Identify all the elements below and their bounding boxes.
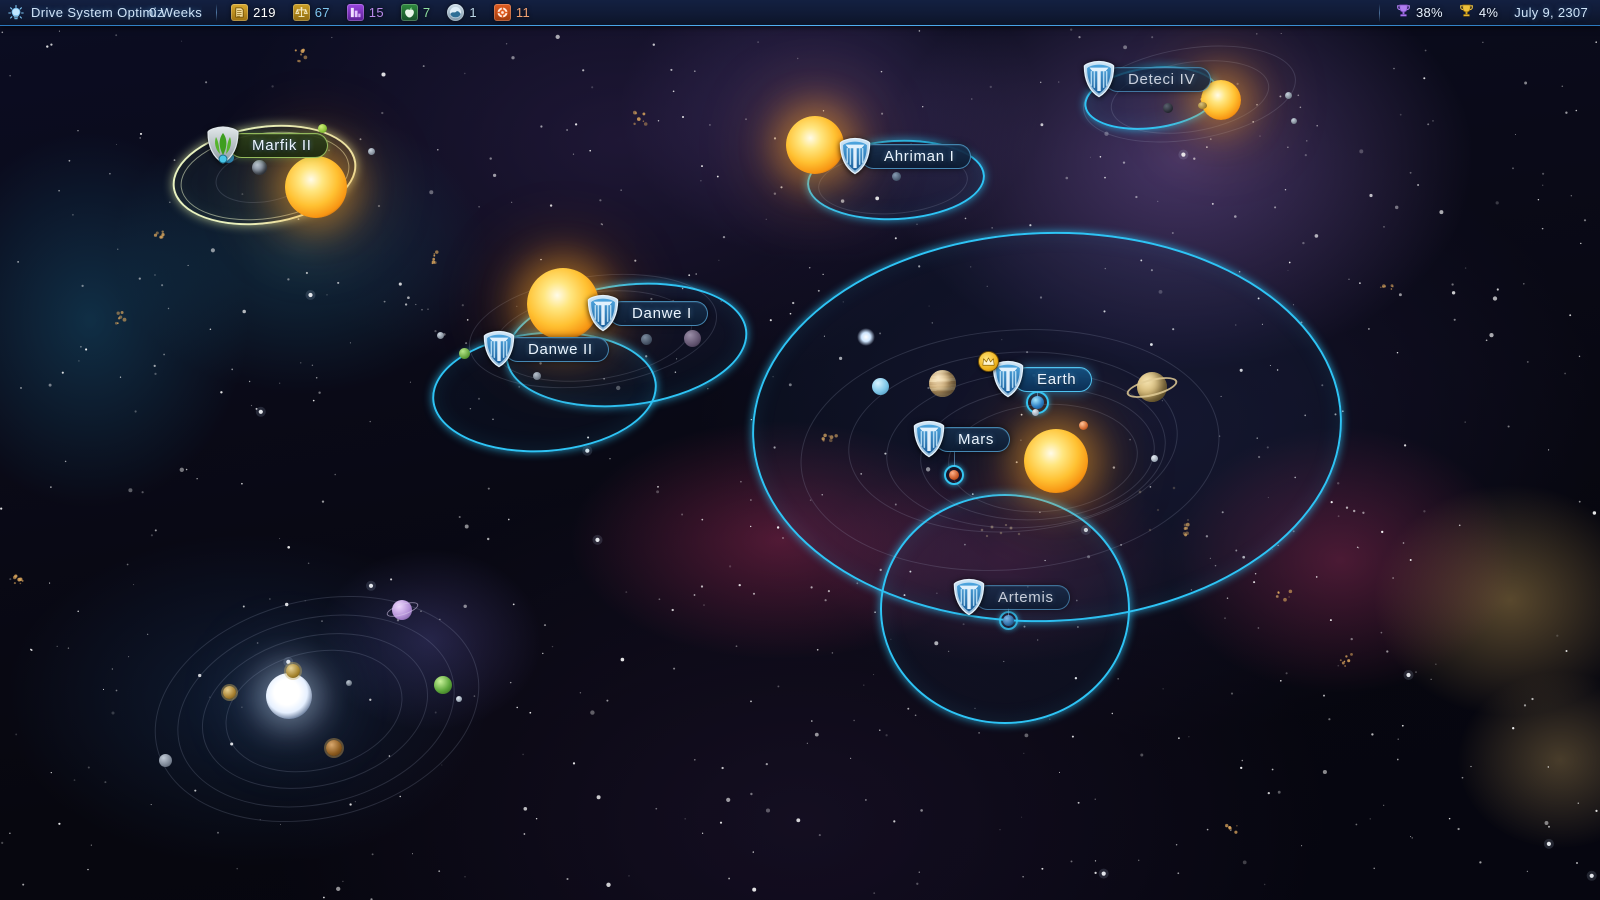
faction-badge-player-icon: [952, 578, 986, 616]
game-date: July 9, 2307: [1514, 5, 1588, 20]
trophy-purple-icon: [1396, 3, 1411, 23]
planet-name: Earth: [1037, 371, 1076, 388]
planet-label-tag[interactable]: Marfik II: [229, 133, 328, 158]
star[interactable]: [266, 673, 312, 719]
planet-label-tag[interactable]: Ahriman I: [861, 144, 971, 169]
galaxy-map-screen: Marfik II Deteci IV: [0, 0, 1600, 900]
planet-body[interactable]: [326, 740, 342, 756]
star[interactable]: [1024, 429, 1088, 493]
planet-body[interactable]: [929, 370, 956, 397]
toolbar-divider: [216, 4, 217, 21]
faction-badge-player-icon: [586, 294, 620, 332]
planet-body[interactable]: [1198, 102, 1207, 109]
planet-name: Mars: [958, 431, 994, 448]
planet-mars-selection-ring[interactable]: [944, 465, 964, 485]
planet-label-ahriman-1[interactable]: Ahriman I: [838, 137, 971, 175]
resource-group: 219 67: [231, 4, 530, 21]
planet-name: Ahriman I: [884, 148, 955, 165]
planet-body[interactable]: [533, 372, 541, 380]
resource-minerals[interactable]: 1: [447, 4, 477, 21]
planet-name: Deteci IV: [1128, 71, 1195, 88]
planet-body[interactable]: [223, 686, 236, 699]
victory-value: 38%: [1416, 5, 1443, 20]
faction-badge-rival-icon: [206, 126, 240, 164]
lightbulb-icon: [8, 5, 24, 21]
planet-name: Artemis: [998, 589, 1054, 606]
asteroid-belt: [978, 524, 1026, 540]
planet-label-danwe-2[interactable]: Danwe II: [482, 330, 609, 368]
gear-icon: [494, 4, 511, 21]
planet-label-deteci-4[interactable]: Deteci IV: [1082, 60, 1211, 98]
planet-name: Danwe II: [528, 341, 593, 358]
planet-label-tag[interactable]: Earth: [1014, 367, 1092, 392]
trophy-gold-icon: [1459, 3, 1474, 23]
planet-name: Danwe I: [632, 305, 692, 322]
victory-conquest[interactable]: 4%: [1459, 3, 1498, 23]
planet-body[interactable]: [434, 676, 452, 694]
planet-label-tag[interactable]: Danwe II: [505, 337, 609, 362]
research-text: Drive System Optimiz 0 Weeks: [31, 5, 202, 20]
apple-icon: [401, 4, 418, 21]
planet-body[interactable]: [1291, 118, 1297, 124]
planet-body[interactable]: [1032, 409, 1039, 416]
resource-value: 67: [315, 5, 330, 20]
victory-group: 38% 4% July 9, 2307: [1379, 3, 1600, 23]
planet-body[interactable]: [641, 334, 652, 345]
planet-label-tag[interactable]: Mars: [935, 427, 1010, 452]
planet-body[interactable]: [346, 680, 352, 686]
planet-body[interactable]: [456, 696, 462, 702]
victory-culture[interactable]: 38%: [1396, 3, 1443, 23]
resource-value: 15: [369, 5, 384, 20]
star[interactable]: [786, 116, 844, 174]
planet-label-tag[interactable]: Artemis: [975, 585, 1070, 610]
planet-body[interactable]: [684, 330, 701, 347]
research-project-name: Drive System Optimiz: [31, 5, 143, 20]
victory-value: 4%: [1479, 5, 1498, 20]
resource-influence[interactable]: 11: [494, 4, 530, 21]
scales-icon: [293, 4, 310, 21]
planet-name: Marfik II: [252, 137, 312, 154]
faction-badge-player-icon: [1082, 60, 1116, 98]
planet-body[interactable]: [1151, 455, 1158, 462]
planet-label-artemis[interactable]: Artemis: [952, 578, 1070, 616]
planet-body[interactable]: [368, 148, 375, 155]
star[interactable]: [285, 156, 347, 218]
credits-icon: [231, 4, 248, 21]
resource-approval[interactable]: 67: [293, 4, 330, 21]
planet-label-tag[interactable]: Deteci IV: [1105, 67, 1211, 92]
top-resource-bar: Drive System Optimiz 0 Weeks 219: [0, 0, 1600, 26]
resource-value: 1: [469, 5, 477, 20]
planet-label-mars[interactable]: Mars: [912, 420, 1010, 458]
planet-body[interactable]: [872, 378, 889, 395]
planet-label-marfik-2[interactable]: Marfik II: [206, 126, 328, 164]
faction-badge-player-icon: [838, 137, 872, 175]
capital-crown-icon: [978, 351, 999, 372]
planet-body[interactable]: [1079, 421, 1088, 430]
faction-badge-player-icon: [912, 420, 946, 458]
resource-production[interactable]: 15: [347, 4, 384, 21]
planet-label-tag[interactable]: Danwe I: [609, 301, 708, 326]
industry-icon: [347, 4, 364, 21]
planet-label-earth[interactable]: Earth: [991, 360, 1092, 398]
research-indicator[interactable]: Drive System Optimiz 0 Weeks: [0, 5, 202, 21]
research-time-remaining: 0 Weeks: [149, 5, 202, 20]
toolbar-divider: [1379, 4, 1380, 22]
planet-body[interactable]: [437, 332, 444, 339]
planet-body[interactable]: [159, 754, 172, 767]
planet-label-danwe-1[interactable]: Danwe I: [586, 294, 708, 332]
resource-value: 219: [253, 5, 276, 20]
faction-badge-player-icon: [482, 330, 516, 368]
planet-body[interactable]: [286, 664, 300, 678]
planet-body[interactable]: [459, 348, 470, 359]
ore-icon: [447, 4, 464, 21]
planet-body[interactable]: [1163, 103, 1173, 113]
resource-credits[interactable]: 219: [231, 4, 276, 21]
planet-body[interactable]: [1285, 92, 1292, 99]
resource-food[interactable]: 7: [401, 4, 431, 21]
resource-value: 11: [516, 5, 530, 20]
anomaly-icon[interactable]: [857, 328, 875, 346]
debris-field: [1130, 480, 1200, 540]
resource-value: 7: [423, 5, 431, 20]
